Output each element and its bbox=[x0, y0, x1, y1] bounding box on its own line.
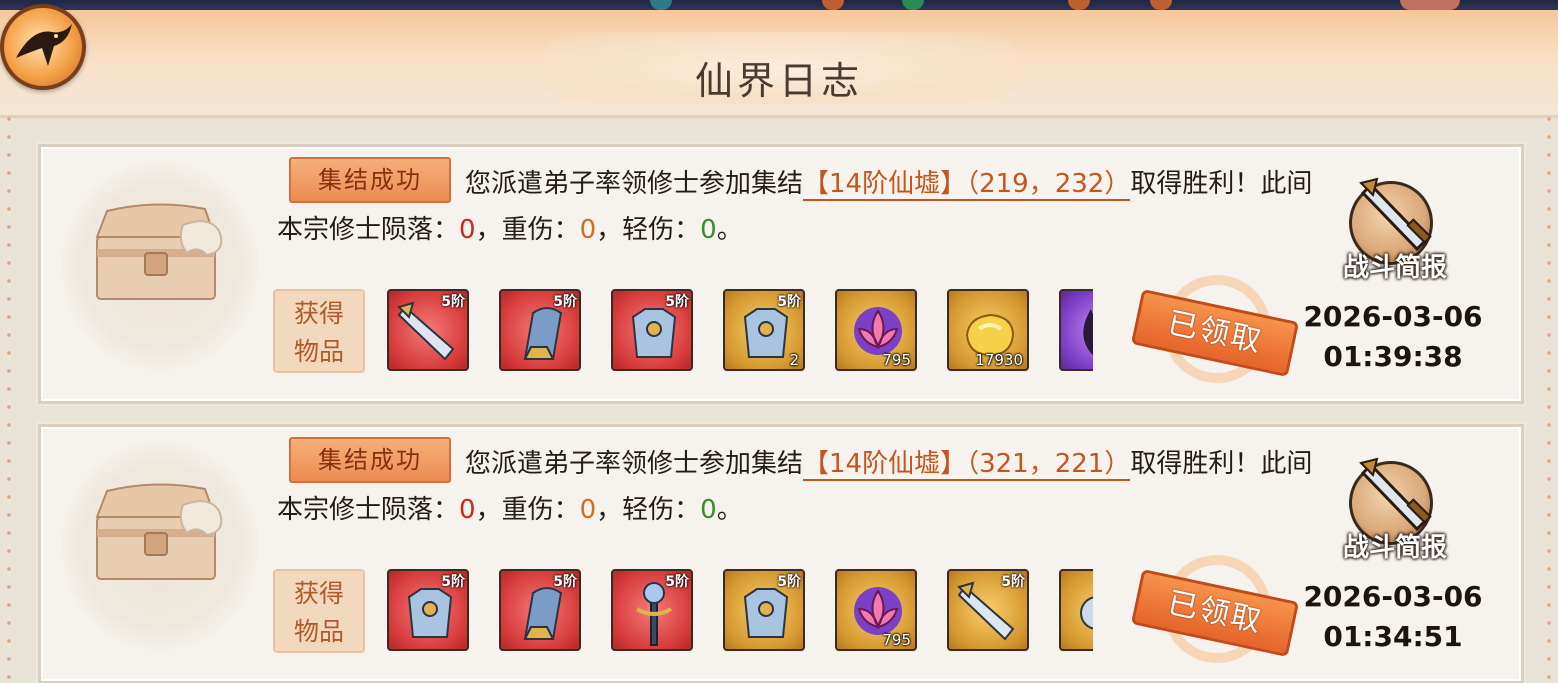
gem-decoration bbox=[650, 0, 672, 10]
reward-item-slot[interactable]: 5阶 bbox=[611, 569, 693, 651]
status-badge: 集结成功 bbox=[289, 437, 451, 483]
tier-badge: 5阶 bbox=[441, 574, 465, 590]
reward-item-slot[interactable]: 5阶 2 bbox=[723, 289, 805, 371]
light-wound-count: 0 bbox=[700, 215, 717, 245]
tier-badge: 5阶 bbox=[1001, 574, 1025, 590]
reward-item-slot[interactable]: 795 bbox=[835, 569, 917, 651]
gem-decoration bbox=[1150, 0, 1172, 10]
reward-item-slot[interactable]: 5阶 bbox=[947, 569, 1029, 651]
location-link[interactable]: 【14阶仙墟】（219，232） bbox=[803, 169, 1131, 201]
log-date: 2026-03-06 bbox=[1303, 580, 1483, 613]
orb-icon bbox=[1080, 596, 1093, 630]
battle-report-button[interactable]: 战斗简报 bbox=[1337, 175, 1453, 291]
claimed-stamp: 已领取 bbox=[1130, 555, 1300, 663]
reward-item-slot[interactable]: 5阶 bbox=[387, 289, 469, 371]
reward-item-slot[interactable]: 5阶 bbox=[723, 569, 805, 651]
reward-item-slot[interactable]: 5阶 bbox=[499, 289, 581, 371]
treasure-chest-icon bbox=[95, 483, 223, 580]
tier-badge: 5阶 bbox=[553, 574, 577, 590]
battle-report-button[interactable]: 战斗简报 bbox=[1337, 455, 1453, 571]
items-obtained-label: 获得 物品 bbox=[273, 569, 365, 653]
border-dots-left bbox=[6, 110, 12, 683]
log-time: 01:34:51 bbox=[1323, 620, 1463, 653]
dark-flame-icon bbox=[1083, 309, 1093, 356]
tier-badge: 5阶 bbox=[777, 574, 801, 590]
reward-item-slot[interactable]: 17930 bbox=[947, 289, 1029, 371]
location-link[interactable]: 【14阶仙墟】（321，221） bbox=[803, 449, 1131, 481]
quantity-badge: 795 bbox=[882, 351, 911, 369]
light-wound-count: 0 bbox=[700, 495, 717, 525]
quantity-badge: 795 bbox=[882, 631, 911, 649]
reward-item-slot[interactable]: 5阶 bbox=[387, 569, 469, 651]
reward-item-slot[interactable]: 5阶 bbox=[611, 289, 693, 371]
claimed-stamp: 已领取 bbox=[1130, 275, 1300, 383]
reward-item-slot[interactable] bbox=[1059, 569, 1093, 651]
status-badge: 集结成功 bbox=[289, 157, 451, 203]
reward-item-row: 5阶 5阶 5阶 5阶 2 795 17930 bbox=[387, 289, 1093, 373]
battle-report-label: 战斗简报 bbox=[1342, 533, 1447, 563]
tier-badge: 5阶 bbox=[441, 294, 465, 310]
gem-decoration bbox=[822, 0, 844, 10]
page-title: 仙界日志 bbox=[694, 59, 863, 103]
heavy-wound-count: 0 bbox=[579, 215, 597, 245]
heavy-wound-count: 0 bbox=[579, 495, 597, 525]
log-entry: 您派遣弟子率领修士参加集结【14阶仙墟】（219，232）取得胜利！此间本宗修士… bbox=[38, 144, 1524, 404]
gem-decoration bbox=[902, 0, 924, 10]
reward-item-slot[interactable] bbox=[1059, 289, 1093, 371]
log-list[interactable]: 您派遣弟子率领修士参加集结【14阶仙墟】（219，232）取得胜利！此间本宗修士… bbox=[28, 128, 1532, 683]
log-date: 2026-03-06 bbox=[1303, 300, 1483, 333]
fallen-count: 0 bbox=[459, 495, 476, 525]
header: 仙界日志 bbox=[0, 10, 1558, 118]
quantity-badge: 2 bbox=[789, 351, 799, 369]
border-dots-right bbox=[1546, 110, 1552, 683]
gem-decoration bbox=[1400, 0, 1460, 10]
tier-badge: 5阶 bbox=[665, 574, 689, 590]
battle-report-label: 战斗简报 bbox=[1342, 253, 1447, 283]
log-entry: 您派遣弟子率领修士参加集结【14阶仙墟】（321，221）取得胜利！此间本宗修士… bbox=[38, 424, 1524, 683]
tier-badge: 5阶 bbox=[777, 294, 801, 310]
reward-item-slot[interactable]: 5阶 bbox=[499, 569, 581, 651]
items-obtained-label: 获得 物品 bbox=[273, 289, 365, 373]
reward-item-slot[interactable]: 795 bbox=[835, 289, 917, 371]
gem-decoration bbox=[1068, 0, 1090, 10]
treasure-chest-icon bbox=[95, 203, 223, 300]
timestamp: 2026-03-06 01:39:38 bbox=[1303, 297, 1483, 377]
tier-badge: 5阶 bbox=[553, 294, 577, 310]
log-time: 01:39:38 bbox=[1323, 340, 1463, 373]
fallen-count: 0 bbox=[459, 215, 476, 245]
tier-badge: 5阶 bbox=[665, 294, 689, 310]
reward-item-row: 5阶 5阶 5阶 5阶 795 5阶 bbox=[387, 569, 1093, 653]
crow-back-icon bbox=[16, 24, 72, 66]
timestamp: 2026-03-06 01:34:51 bbox=[1303, 577, 1483, 657]
quantity-badge: 17930 bbox=[975, 351, 1023, 369]
back-button[interactable] bbox=[0, 4, 86, 90]
